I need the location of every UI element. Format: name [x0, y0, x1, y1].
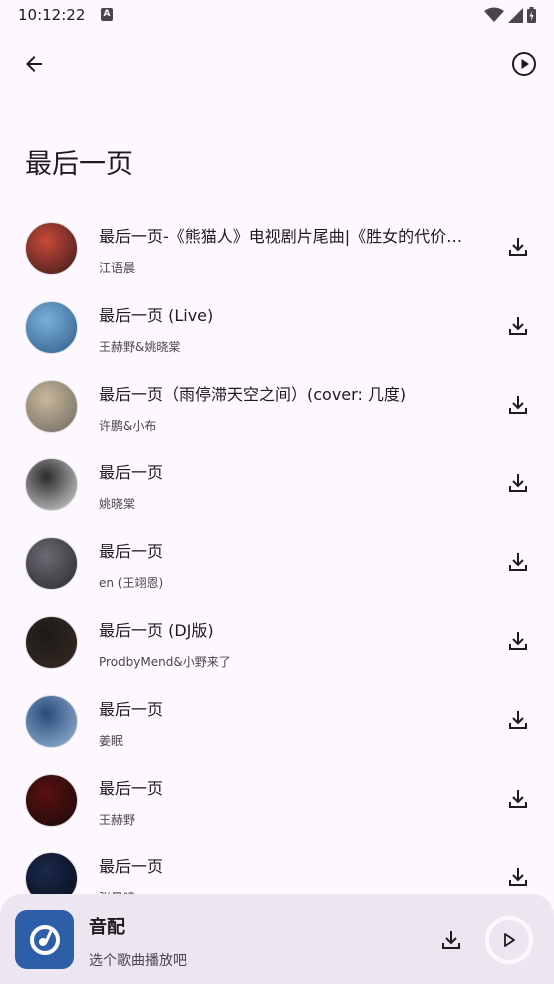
- play-circle-icon: [512, 52, 536, 76]
- download-button[interactable]: [500, 229, 536, 265]
- mini-player-subtitle: 选个歌曲播放吧: [89, 953, 187, 969]
- mini-player-play-button[interactable]: [485, 916, 533, 964]
- album-cover: [25, 379, 78, 433]
- song-title: 最后一页: [99, 463, 164, 483]
- play-all-button[interactable]: [504, 44, 544, 84]
- song-list[interactable]: 最后一页-《熊猫人》电视剧片尾曲|《胜女的代价2》电视剧片尾曲江语晨最后一页 (…: [0, 210, 554, 894]
- song-list-item[interactable]: 最后一页（雨停滞天空之间）(cover: 几度) 许鹏&小布: [0, 368, 554, 447]
- song-artist: en (王翊恩): [99, 576, 164, 591]
- song-title: 最后一页: [99, 778, 164, 798]
- signal-icon: [508, 7, 523, 23]
- song-list-item[interactable]: 最后一页 (Live) 王赫野&姚晓棠: [0, 289, 554, 368]
- music-note-logo-icon: [29, 924, 60, 955]
- download-icon: [509, 632, 527, 650]
- download-icon: [442, 931, 460, 949]
- download-icon: [509, 474, 527, 493]
- song-list-item[interactable]: 最后一页 王赫野: [0, 762, 554, 841]
- mini-player[interactable]: 音配 选个歌曲播放吧: [0, 894, 554, 984]
- album-cover: [25, 537, 78, 591]
- song-artist: 许鹏&小布: [99, 418, 157, 433]
- song-title: 最后一页-《熊猫人》电视剧片尾曲|《胜女的代价2》电视剧片尾曲: [99, 227, 471, 246]
- mini-player-title: 音配: [89, 917, 125, 938]
- song-artist: 王赫野&姚晓棠: [99, 339, 181, 354]
- battery-icon: [527, 7, 536, 23]
- download-icon: [509, 316, 527, 335]
- wifi-icon: [484, 7, 504, 22]
- song-artist: 姚晓棠: [99, 497, 136, 512]
- album-cover: [25, 852, 78, 894]
- album-cover: [25, 222, 78, 275]
- song-list-item[interactable]: 最后一页张曼晴: [0, 840, 554, 894]
- song-title: 最后一页（雨停滞天空之间）(cover: 几度): [99, 384, 407, 404]
- notification-a-icon: A: [101, 8, 113, 21]
- album-cover: [25, 300, 78, 354]
- download-icon: [509, 395, 527, 414]
- download-button[interactable]: [500, 465, 536, 501]
- download-button[interactable]: [500, 859, 536, 894]
- song-title: 最后一页: [99, 699, 164, 719]
- song-list-item[interactable]: 最后一页 en (王翊恩): [0, 525, 554, 604]
- song-list-item[interactable]: 最后一页-《熊猫人》电视剧片尾曲|《胜女的代价2》电视剧片尾曲江语晨: [0, 210, 554, 289]
- top-app-bar: [0, 40, 554, 88]
- album-cover: [25, 616, 78, 669]
- download-icon: [509, 710, 527, 729]
- song-artist: 江语晨: [99, 261, 136, 275]
- status-time: 10:12:22: [18, 6, 86, 24]
- album-cover: [25, 458, 78, 512]
- back-button[interactable]: [14, 44, 54, 84]
- mini-player-download-button[interactable]: [433, 922, 469, 958]
- download-button[interactable]: [500, 702, 536, 738]
- album-cover: [25, 694, 78, 748]
- download-icon: [509, 238, 527, 256]
- download-icon: [509, 868, 527, 887]
- song-title: 最后一页 (Live): [99, 305, 214, 325]
- song-list-item[interactable]: 最后一页 姚晓棠: [0, 446, 554, 525]
- download-button[interactable]: [500, 308, 536, 344]
- download-button[interactable]: [500, 623, 536, 659]
- song-artist: ProdbyMend&小野来了: [99, 655, 231, 669]
- song-title: 最后一页: [99, 857, 164, 877]
- page-title: 最后一页: [25, 149, 133, 180]
- status-bar: 10:12:22 A: [0, 0, 554, 32]
- arrow-back-icon: [26, 56, 42, 72]
- download-button[interactable]: [500, 387, 536, 423]
- download-button[interactable]: [500, 544, 536, 580]
- album-cover: [25, 773, 78, 827]
- song-list-item[interactable]: 最后一页 (DJ版) ProdbyMend&小野来了: [0, 604, 554, 683]
- song-artist: 姜眠: [99, 733, 124, 748]
- download-icon: [509, 789, 527, 808]
- download-icon: [509, 553, 527, 572]
- song-title: 最后一页: [99, 542, 164, 562]
- song-title: 最后一页 (DJ版): [99, 621, 214, 640]
- app-logo: [15, 910, 74, 969]
- download-button[interactable]: [500, 781, 536, 817]
- song-artist: 王赫野: [99, 812, 136, 827]
- status-icons: [484, 7, 536, 23]
- play-icon: [504, 933, 515, 947]
- song-list-item[interactable]: 最后一页 姜眠: [0, 683, 554, 762]
